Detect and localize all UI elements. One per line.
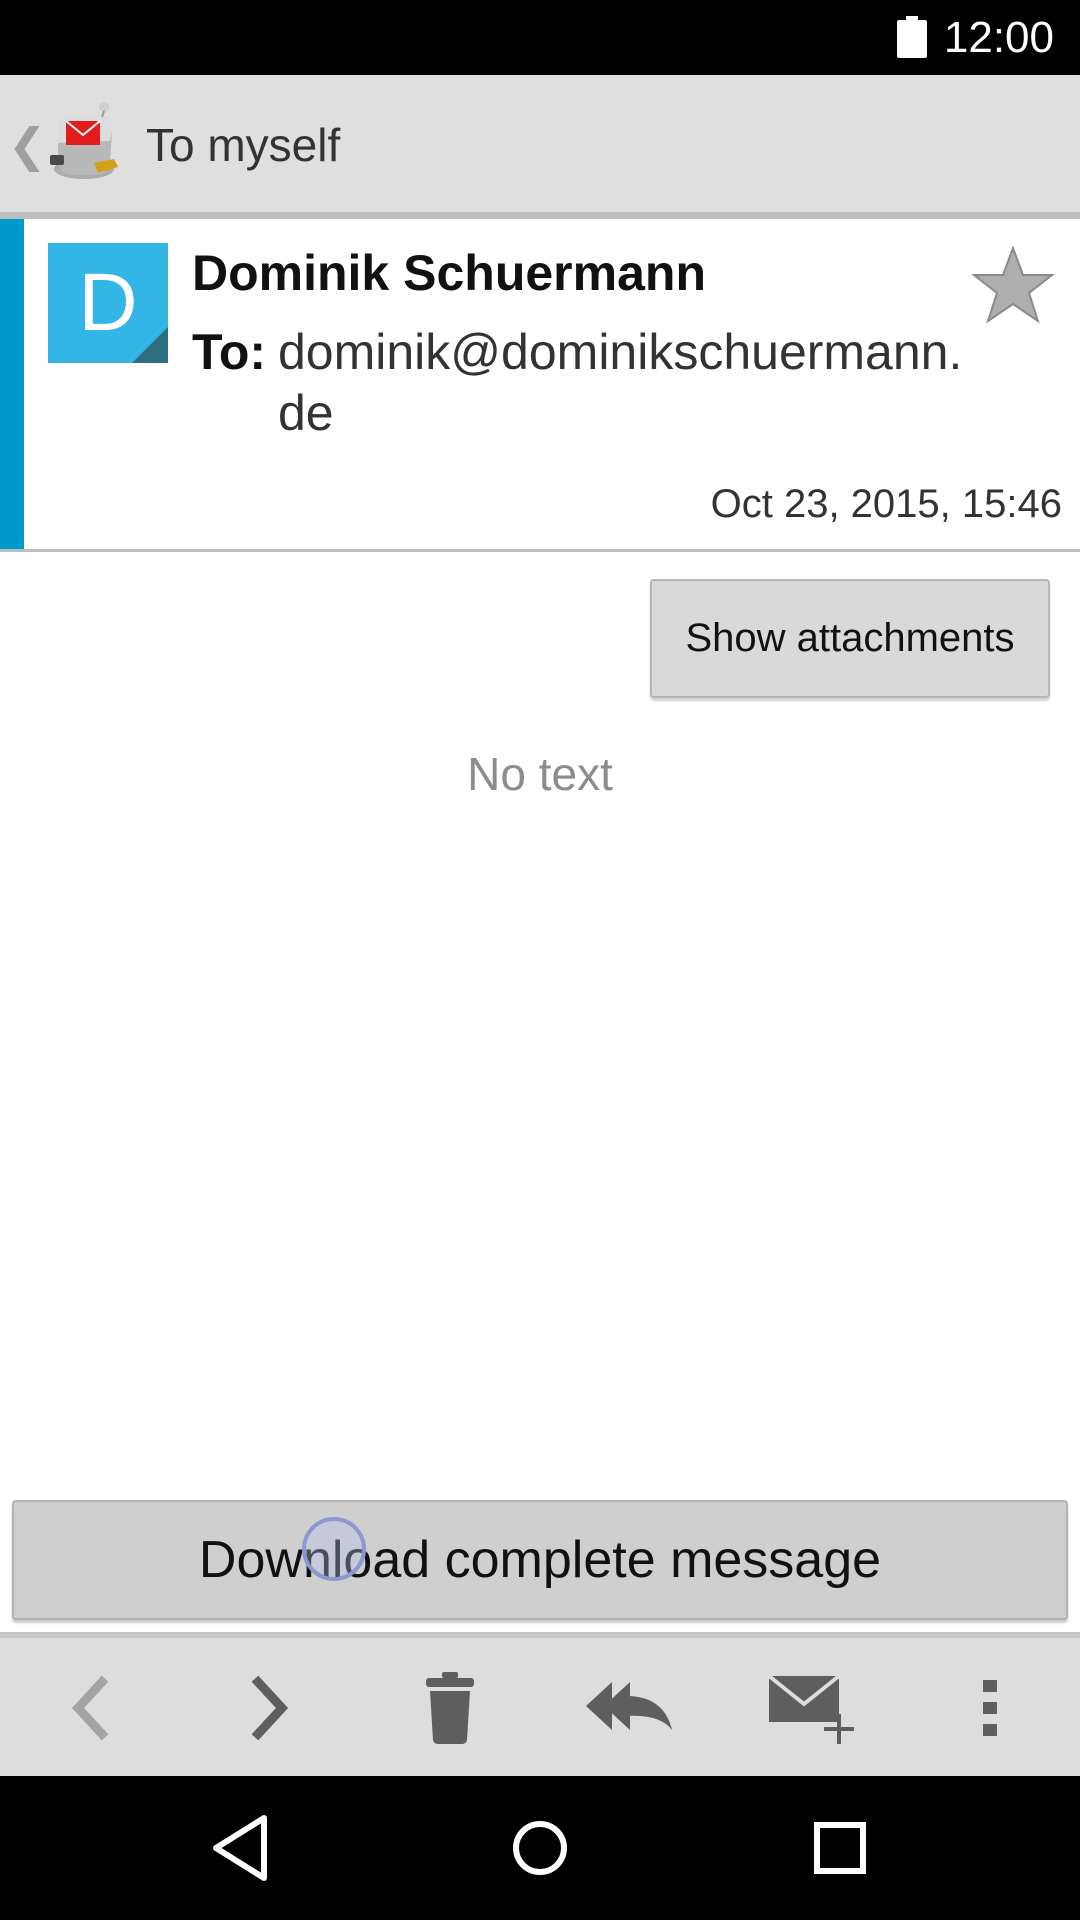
trash-icon [426, 1672, 474, 1744]
reply-all-icon [586, 1682, 672, 1730]
message-body-placeholder: No text [467, 748, 613, 800]
recipient-address: dominik@dominikschuermann.de [278, 324, 963, 441]
header-divider [0, 549, 1080, 552]
page-title: To myself [146, 119, 341, 171]
message-date: Oct 23, 2015, 15:46 [710, 482, 1062, 526]
clock: 12:00 [943, 13, 1054, 62]
chevron-left-icon [71, 1675, 109, 1741]
home-circle-icon [513, 1821, 567, 1875]
chevron-right-icon [251, 1675, 289, 1741]
back-triangle-icon [213, 1815, 267, 1881]
overflow-menu-icon [983, 1680, 997, 1736]
sender-name: Dominik Schuermann [192, 245, 706, 301]
action-bar-divider [0, 212, 1080, 219]
k9-mail-logo-icon[interactable] [44, 101, 124, 190]
nav-back-button[interactable] [190, 1808, 290, 1888]
touch-indicator [302, 1517, 366, 1581]
avatar-corner-icon [132, 327, 168, 363]
compose-button[interactable] [750, 1658, 870, 1758]
bottom-toolbar [0, 1632, 1080, 1776]
navigation-bar [0, 1776, 1080, 1920]
overflow-menu-button[interactable] [930, 1658, 1050, 1758]
accent-stripe [0, 219, 24, 551]
star-icon[interactable] [971, 245, 1055, 330]
show-attachments-button[interactable]: Show attachments [650, 579, 1050, 698]
back-chevron-icon[interactable]: ❮ [8, 115, 47, 175]
download-complete-message-button[interactable]: Download complete message [12, 1500, 1068, 1620]
message-header: D Dominik Schuermann To: dominik@dominik… [0, 219, 1080, 551]
action-bar: ❮ To myself [0, 75, 1080, 215]
avatar[interactable]: D [48, 243, 168, 363]
recents-square-icon [814, 1822, 866, 1874]
compose-icon [767, 1674, 854, 1744]
status-bar: 12:00 [0, 0, 1080, 75]
next-message-button[interactable] [210, 1658, 330, 1758]
nav-home-button[interactable] [490, 1808, 590, 1888]
nav-recents-button[interactable] [790, 1808, 890, 1888]
reply-all-button[interactable] [570, 1658, 690, 1758]
battery-icon [897, 16, 927, 63]
to-label: To: [192, 324, 267, 380]
delete-button[interactable] [390, 1658, 510, 1758]
previous-message-button[interactable] [30, 1658, 150, 1758]
